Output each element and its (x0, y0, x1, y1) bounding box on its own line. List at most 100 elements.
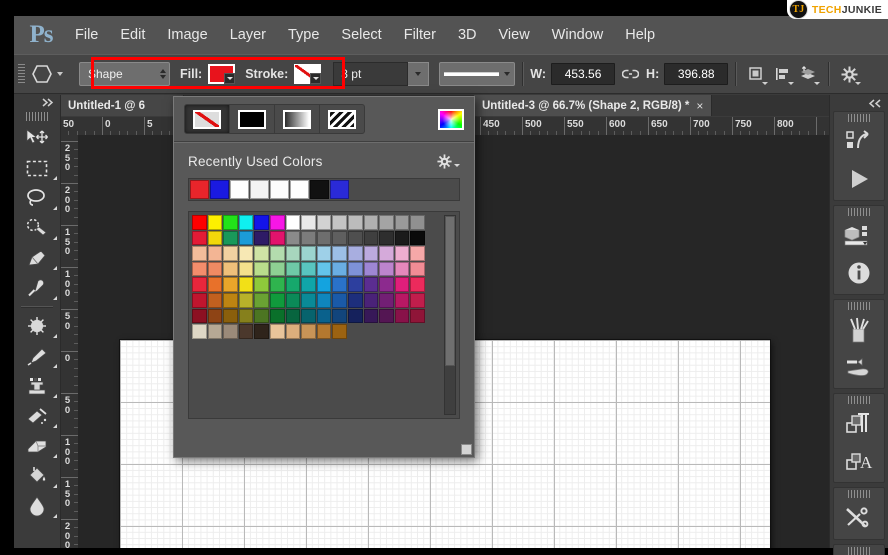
color-swatch[interactable] (301, 308, 316, 324)
color-swatch[interactable] (254, 277, 269, 292)
color-swatch[interactable] (269, 246, 285, 261)
fill-type-pattern-button[interactable] (320, 105, 364, 133)
fill-type-no-color-button[interactable] (185, 105, 230, 133)
path-alignment-icon[interactable] (769, 62, 795, 86)
info-panel-icon[interactable] (834, 254, 884, 291)
menu-image[interactable]: Image (156, 27, 218, 43)
stroke-width-field[interactable]: 3 pt (333, 62, 409, 86)
fill-color-swatch[interactable] (208, 64, 236, 84)
blur-tool-icon[interactable] (14, 491, 60, 521)
color-swatch[interactable] (316, 308, 332, 324)
color-swatch[interactable] (301, 292, 316, 308)
shape-tool-chevron-down-icon[interactable] (57, 72, 63, 76)
color-swatch[interactable] (379, 308, 394, 324)
color-swatch[interactable] (207, 215, 223, 230)
color-swatch[interactable] (316, 230, 332, 246)
color-swatch[interactable] (394, 246, 410, 261)
layer-comps-icon[interactable] (834, 217, 884, 254)
color-swatch[interactable] (410, 261, 425, 277)
tool-presets-icon[interactable] (834, 311, 884, 348)
color-swatch[interactable] (192, 308, 207, 324)
recent-color-swatch[interactable] (190, 180, 209, 199)
play-action-icon[interactable] (834, 160, 884, 197)
color-swatch[interactable] (332, 324, 347, 339)
menu-help[interactable]: Help (614, 27, 666, 43)
color-swatch[interactable] (363, 215, 379, 230)
color-swatch[interactable] (238, 308, 254, 324)
color-swatch[interactable] (254, 230, 269, 246)
quick-selection-tool-icon[interactable] (14, 213, 60, 243)
menu-layer[interactable]: Layer (219, 27, 277, 43)
color-swatch[interactable] (207, 324, 223, 339)
color-swatch[interactable] (394, 215, 410, 230)
path-arrangement-icon[interactable] (795, 62, 821, 86)
color-swatch[interactable] (332, 277, 347, 292)
fill-type-solid-color-button[interactable] (230, 105, 275, 133)
panel-grip[interactable] (848, 396, 870, 404)
history-brush-tool-icon[interactable] (14, 401, 60, 431)
color-swatch[interactable] (223, 324, 238, 339)
color-swatch[interactable] (394, 277, 410, 292)
options-bar-grip[interactable] (18, 64, 25, 84)
color-swatch[interactable] (332, 308, 347, 324)
color-swatch[interactable] (223, 246, 238, 261)
color-swatch[interactable] (192, 292, 207, 308)
color-swatch[interactable] (332, 261, 347, 277)
color-swatch[interactable] (316, 246, 332, 261)
color-swatch[interactable] (410, 246, 425, 261)
swatch-scrollbar-thumb[interactable] (445, 216, 455, 366)
picker-settings-button[interactable] (437, 154, 460, 169)
color-swatch[interactable] (223, 292, 238, 308)
color-swatch[interactable] (269, 230, 285, 246)
color-swatch[interactable] (410, 277, 425, 292)
color-swatch[interactable] (238, 277, 254, 292)
color-swatch[interactable] (223, 230, 238, 246)
color-swatch[interactable] (254, 324, 269, 339)
crop-tool-icon[interactable] (14, 243, 60, 273)
color-swatch[interactable] (379, 215, 394, 230)
color-swatch[interactable] (316, 292, 332, 308)
color-swatch[interactable] (254, 215, 269, 230)
history-actions-icon[interactable] (834, 123, 884, 160)
menu-type[interactable]: Type (277, 27, 330, 43)
color-swatch[interactable] (394, 230, 410, 246)
stroke-width-dropdown[interactable] (408, 62, 430, 86)
color-swatch[interactable] (269, 277, 285, 292)
recent-color-swatch[interactable] (250, 180, 269, 199)
clone-stamp-tool-icon[interactable] (14, 371, 60, 401)
color-swatch[interactable] (394, 308, 410, 324)
recent-color-swatch[interactable] (210, 180, 229, 199)
spot-healing-brush-tool-icon[interactable] (14, 311, 60, 341)
gear-icon[interactable] (836, 62, 862, 86)
resize-grip[interactable] (461, 444, 472, 455)
color-swatch[interactable] (192, 324, 207, 339)
tools-panel-grip[interactable] (26, 112, 48, 121)
color-swatch[interactable] (347, 261, 363, 277)
swatch-grid[interactable] (189, 212, 428, 418)
color-swatch[interactable] (316, 215, 332, 230)
color-swatch[interactable] (192, 277, 207, 292)
color-swatch[interactable] (394, 261, 410, 277)
color-swatch[interactable] (269, 261, 285, 277)
color-picker-icon[interactable] (438, 108, 464, 130)
brush-tool-icon[interactable] (14, 341, 60, 371)
stroke-style-dropdown[interactable] (439, 62, 516, 86)
color-swatch[interactable] (332, 292, 347, 308)
color-swatch[interactable] (301, 215, 316, 230)
recent-color-swatch[interactable] (230, 180, 249, 199)
color-swatch[interactable] (410, 308, 425, 324)
color-swatch[interactable] (410, 215, 425, 230)
fill-type-gradient-button[interactable] (275, 105, 320, 133)
color-swatch[interactable] (207, 292, 223, 308)
color-swatch[interactable] (207, 308, 223, 324)
color-swatch[interactable] (332, 230, 347, 246)
color-swatch[interactable] (285, 277, 301, 292)
color-swatch[interactable] (347, 292, 363, 308)
color-swatch[interactable] (285, 230, 301, 246)
color-swatch[interactable] (269, 324, 285, 339)
color-swatch[interactable] (301, 246, 316, 261)
document-tab-untitled-3[interactable]: Untitled-3 @ 66.7% (Shape 2, RGB/8) * × (474, 95, 713, 116)
color-swatch[interactable] (207, 277, 223, 292)
color-swatch[interactable] (254, 246, 269, 261)
color-swatch[interactable] (192, 246, 207, 261)
